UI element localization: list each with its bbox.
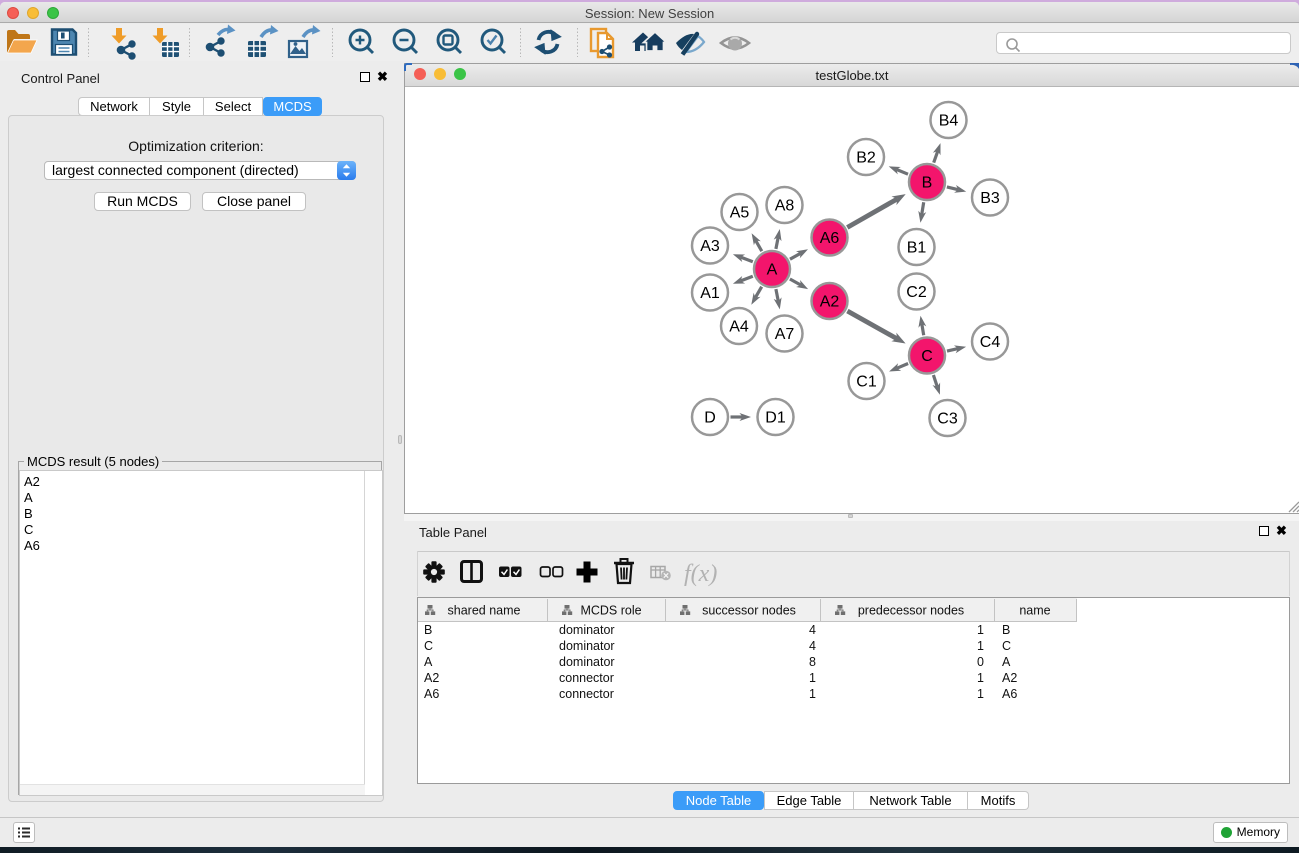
svg-text:name: name: [1019, 604, 1050, 618]
svg-text:A5: A5: [730, 205, 750, 222]
svg-text:A8: A8: [775, 198, 795, 215]
svg-text:A2: A2: [820, 294, 840, 311]
svg-text:D1: D1: [765, 410, 786, 427]
svg-text:4: 4: [809, 623, 816, 637]
svg-text:A2: A2: [424, 671, 439, 685]
svg-text:A6: A6: [820, 230, 840, 247]
svg-text:predecessor nodes: predecessor nodes: [858, 604, 964, 618]
svg-text:0: 0: [977, 655, 984, 669]
svg-text:A7: A7: [775, 326, 795, 343]
svg-text:dominator: dominator: [559, 623, 615, 637]
svg-text:dominator: dominator: [559, 655, 615, 669]
svg-text:8: 8: [809, 655, 816, 669]
svg-text:1: 1: [977, 623, 984, 637]
svg-text:B1: B1: [907, 240, 927, 257]
svg-text:C1: C1: [856, 374, 877, 391]
svg-text:C3: C3: [937, 411, 958, 428]
svg-text:4: 4: [809, 639, 816, 653]
svg-text:D: D: [704, 410, 716, 427]
svg-text:B2: B2: [856, 150, 876, 167]
svg-text:1: 1: [977, 687, 984, 701]
svg-text:MCDS role: MCDS role: [580, 604, 641, 618]
svg-text:B: B: [424, 623, 432, 637]
svg-text:dominator: dominator: [559, 639, 615, 653]
svg-text:A4: A4: [729, 319, 749, 336]
svg-text:f(x): f(x): [684, 561, 717, 587]
svg-text:1: 1: [977, 639, 984, 653]
svg-text:B3: B3: [980, 190, 1000, 207]
svg-text:C: C: [921, 348, 933, 365]
svg-text:C: C: [1002, 639, 1011, 653]
svg-text:A6: A6: [424, 687, 439, 701]
svg-text:B4: B4: [939, 113, 959, 130]
svg-text:B: B: [1002, 623, 1010, 637]
svg-text:A2: A2: [1002, 671, 1017, 685]
svg-text:C2: C2: [906, 284, 927, 301]
svg-text:A6: A6: [1002, 687, 1017, 701]
svg-text:1: 1: [809, 687, 816, 701]
svg-text:1: 1: [977, 671, 984, 685]
svg-text:A3: A3: [700, 238, 720, 255]
svg-text:A1: A1: [700, 285, 720, 302]
svg-text:A: A: [767, 262, 778, 279]
svg-text:connector: connector: [559, 671, 614, 685]
svg-text:connector: connector: [559, 687, 614, 701]
svg-text:C: C: [424, 639, 433, 653]
svg-text:C4: C4: [980, 334, 1001, 351]
svg-text:A: A: [424, 655, 433, 669]
svg-text:shared name: shared name: [448, 604, 521, 618]
svg-text:A: A: [1002, 655, 1011, 669]
svg-text:successor nodes: successor nodes: [702, 604, 796, 618]
svg-text:B: B: [922, 175, 933, 192]
svg-text:1: 1: [809, 671, 816, 685]
